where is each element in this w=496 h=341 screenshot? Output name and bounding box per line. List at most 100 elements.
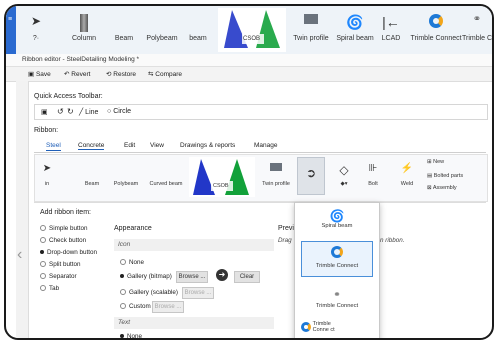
restore-label: Restore [113,71,137,78]
trimble-connect-tool[interactable]: Trimble Connect [410,10,462,52]
qat-circle[interactable]: ○ Circle [107,108,131,115]
lcad-label: LCAD [381,35,401,42]
twin-profile-tool-preview[interactable]: Twin profile [257,159,295,187]
icon-gallery-scalable[interactable]: Gallery (scalable) [120,289,178,296]
type-check-button[interactable]: Check button [40,237,86,244]
tab-view[interactable]: View [150,142,164,149]
icon-none[interactable]: None [120,259,144,266]
csob-tool[interactable]: CSOB [218,8,286,52]
icon-custom[interactable]: Custom [120,303,151,310]
spiral-beam-tool[interactable]: 🌀 Spiral beam [334,10,376,52]
tab-concrete[interactable]: Concrete [78,142,105,150]
twin-profile-icon [288,14,334,32]
revert-button[interactable]: ↶ Revert [64,70,90,78]
new-item-preview[interactable]: ⊞ New [427,159,444,165]
csob-label: CSOB [243,36,261,42]
type-dropdown-label: Drop-down button [47,249,98,256]
gallery-spiral-label: Spiral beam [321,223,353,229]
ribbon-label: Ribbon: [34,127,59,134]
browse-custom-button[interactable]: Browse ... [152,301,184,313]
chevron-left-icon[interactable]: ‹ [17,246,22,264]
trimble-connect-tool-2[interactable]: ⚭ Trimble C [462,10,492,52]
assembly-preview[interactable]: ⊠ Assembly [427,185,457,191]
preview-hint: Drag [278,237,292,244]
type-tab-label: Tab [49,285,60,292]
weld-tool-preview[interactable]: ⚡ Weld [395,159,419,187]
radio-icon [40,285,46,292]
ribbon-tabs: Steel Concrete Edit View Drawings & repo… [34,140,486,153]
lcad-tool[interactable]: |← LCAD [376,10,406,52]
compare-button[interactable]: ⇆ Compare [148,70,182,78]
save-icon[interactable]: ▣ [41,108,48,116]
type-separator[interactable]: Separator [40,273,77,280]
browse-bitmap-button[interactable]: Browse ... [176,271,208,283]
trimble-connect-icon [302,246,372,260]
tab-edit[interactable]: Edit [124,142,135,149]
bolted-parts-preview[interactable]: ▤ Bolted parts [427,173,463,179]
clear-button[interactable]: Clear [234,271,260,283]
polybeam-tool[interactable]: Polybeam [142,10,182,52]
polygon-tool-preview[interactable]: ◇ ◆▾ [329,159,359,187]
redo-icon[interactable]: ↻ [67,107,74,116]
type-simple-button[interactable]: Simple button [40,225,88,232]
icon-gallery-bitmap-label: Gallery (bitmap) [127,273,172,280]
assembly-label: Assembly [432,185,457,191]
icon-gallery-scalable-label: Gallery (scalable) [129,289,178,296]
type-dropdown-button[interactable]: Drop-down button [40,249,97,256]
gallery-item-trimble-connect-link[interactable]: ⚭ Trimble Connect [295,289,379,309]
csob-tool-preview[interactable]: CSOB [189,157,255,197]
app-window: ≡ ➤ ?· Column Beam Polybeam beam CSOB Tw… [4,4,494,340]
restore-button[interactable]: ⟲ Restore [106,70,136,78]
text-section-header: Text [114,317,274,329]
undo-icon[interactable]: ↺ [57,107,64,116]
select-tool-preview[interactable]: ➤ in [37,159,57,187]
type-split-button[interactable]: Split button [40,261,81,268]
lcad-arrow-icon: |← [382,14,400,30]
bolt-tool-preview[interactable]: ⊪ Bolt [361,159,385,187]
preview-title: Previ [278,225,294,232]
icon-gallery-bitmap[interactable]: Gallery (bitmap) [120,273,172,280]
radio-icon [120,259,126,266]
twin-profile-tool[interactable]: Twin profile [288,10,334,52]
beam-tool[interactable]: Beam [106,10,142,52]
curved-beam-icon [145,163,187,177]
type-separator-label: Separator [49,273,77,280]
trimble-connect-icon [410,14,462,32]
beam-tool-preview[interactable]: Beam [79,159,105,187]
select-tool[interactable]: ➤ ?· [22,10,50,52]
selected-arrow-icon: ➜ [216,269,228,281]
gallery-tc2-label: Trimble Connect [315,303,359,309]
gallery-item-trimble-connect-selected[interactable]: Trimble Connect [301,241,373,277]
spiral-beam-icon: 🌀 [346,14,364,30]
twin-profile-label: Twin profile [293,35,329,42]
type-tab[interactable]: Tab [40,285,59,292]
polybeam-tool-preview[interactable]: Polybeam [111,159,141,187]
save-button[interactable]: ▣ Save [28,70,51,78]
curved-beam-tool[interactable]: beam [182,10,214,52]
column-tool[interactable]: Column [64,10,104,52]
side-collapse-bar[interactable]: ‹ [16,81,29,338]
appearance-title: Appearance [114,225,152,232]
compare-label: Compare [155,71,182,78]
curved-beam-tool-preview[interactable]: Curved beam [145,159,187,187]
column-icon [64,14,104,32]
dropdown-button-preview[interactable]: ➲ [297,157,325,195]
beam-icon [79,163,105,177]
app-menu-strip[interactable]: ≡ [6,6,16,54]
text-header-label: Text [118,319,131,326]
save-icon: ▣ [28,71,36,78]
qat-line[interactable]: ╱ Line [79,108,98,116]
question-icon: ?· [32,35,40,42]
add-item-panel: Add ribbon item: Simple button Check but… [34,202,486,338]
tab-drawings-reports[interactable]: Drawings & reports [180,142,235,149]
weld-icon: ⚡ [400,163,414,174]
gallery-item-trimble-connect-small[interactable]: Trimble Conne ct [301,321,371,333]
browse-scalable-button[interactable]: Browse ... [182,287,214,299]
polygon-plate-icon: ◇ [339,163,349,177]
gallery-item-spiral-beam[interactable]: 🌀 Spiral beam [295,209,379,229]
tab-steel[interactable]: Steel [46,142,61,151]
radio-selected-icon [120,274,124,279]
in-label: in [44,181,50,187]
text-none[interactable]: None [120,333,142,338]
tab-manage[interactable]: Manage [254,142,278,149]
